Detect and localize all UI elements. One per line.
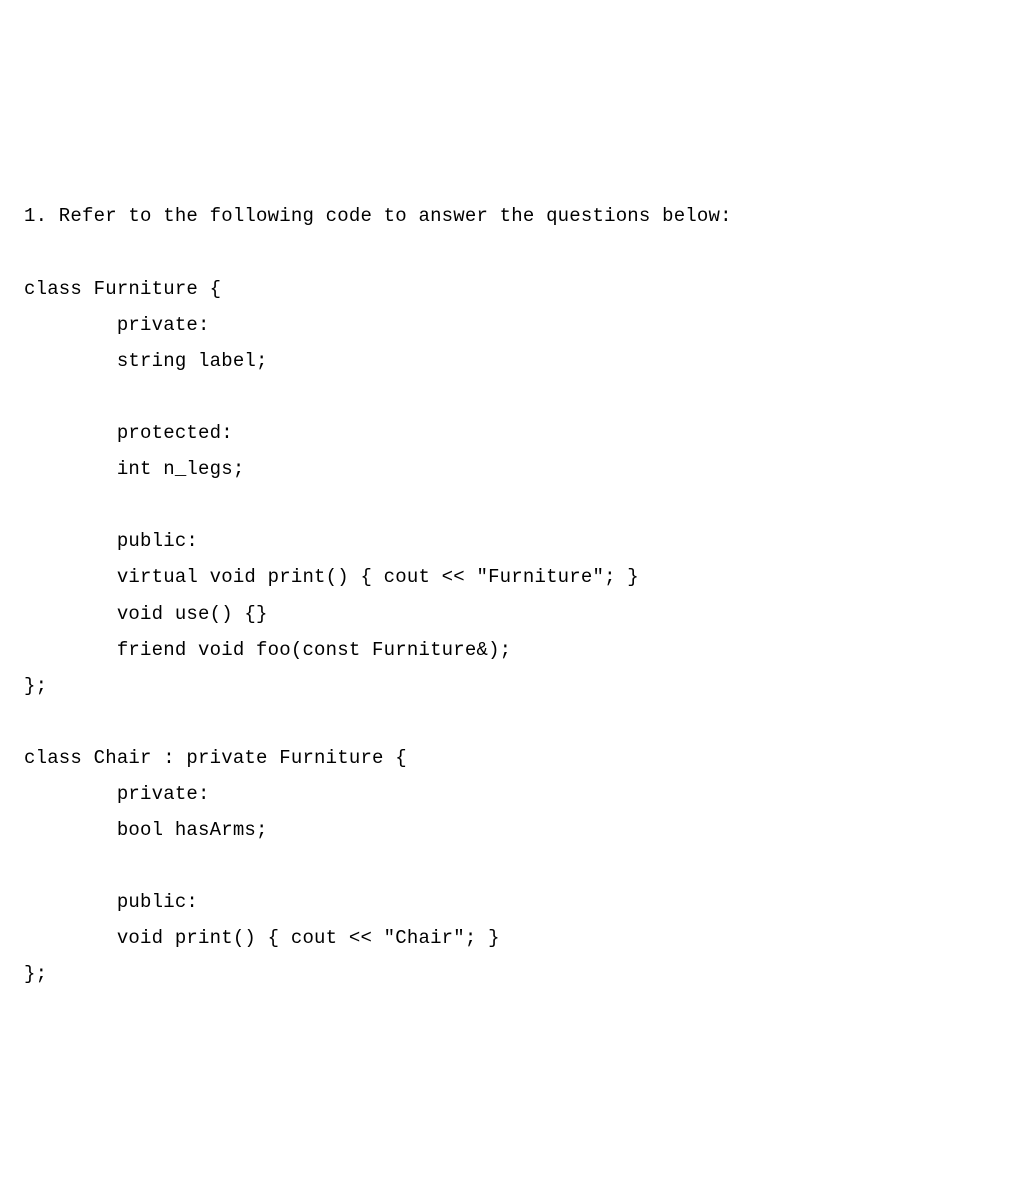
code-line: virtual void print() { cout << "Furnitur…: [24, 566, 639, 588]
code-line: };: [24, 963, 47, 985]
code-line: class Furniture {: [24, 278, 221, 300]
code-line: void print() { cout << "Chair"; }: [24, 927, 500, 949]
code-line: protected:: [24, 422, 233, 444]
code-line: string label;: [24, 350, 268, 372]
code-line: };: [24, 675, 47, 697]
code-line: int n_legs;: [24, 458, 244, 480]
code-line: class Chair : private Furniture {: [24, 747, 407, 769]
question-block: 1. Refer to the following code to answer…: [24, 162, 1012, 992]
code-line: public:: [24, 891, 198, 913]
question-prompt: 1. Refer to the following code to answer…: [24, 205, 732, 227]
code-line: friend void foo(const Furniture&);: [24, 639, 511, 661]
code-line: bool hasArms;: [24, 819, 268, 841]
code-line: void use() {}: [24, 603, 268, 625]
code-line: private:: [24, 314, 210, 336]
code-line: private:: [24, 783, 210, 805]
code-line: public:: [24, 530, 198, 552]
